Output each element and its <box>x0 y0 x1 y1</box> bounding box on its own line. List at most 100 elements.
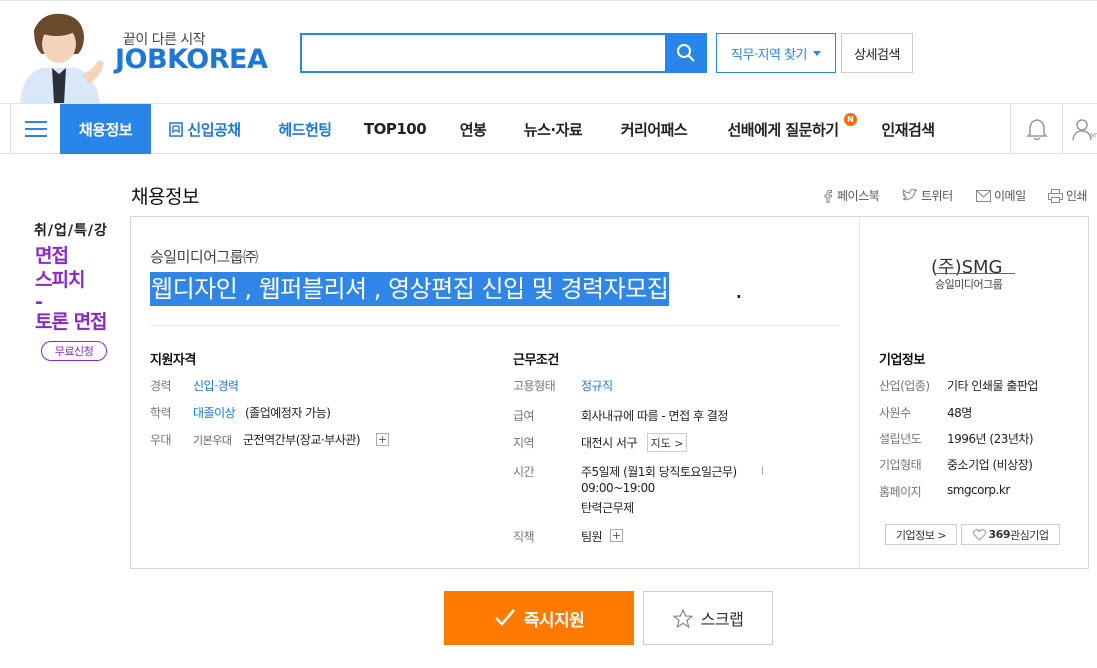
my-page-button[interactable]: MY <box>1062 104 1097 154</box>
print-button[interactable]: 인쇄 <box>1048 187 1088 204</box>
scrap-button[interactable]: 스크랩 <box>643 591 773 645</box>
apply-now-label: 즉시지원 <box>523 610 585 631</box>
title-divider <box>150 325 839 326</box>
model-photo <box>12 8 108 104</box>
facebook-icon <box>824 189 833 203</box>
nav-item-salary[interactable]: 연봉 <box>448 104 498 154</box>
nav-item-new-grad-label: 신입공채 <box>187 120 241 139</box>
industry-value: 기타 인쇄물 출판업 <box>947 379 1038 393</box>
promo-kicker: 취/업/특/강 <box>34 223 108 239</box>
nav-item-career-path[interactable]: 커리어패스 <box>610 104 698 154</box>
nav-item-talent-search[interactable]: 인재검색 <box>868 104 948 154</box>
position-label: 직책 <box>513 530 535 544</box>
share-twitter[interactable]: 트위터 <box>902 187 953 204</box>
salary-label: 급여 <box>513 409 535 423</box>
share-email-label: 이메일 <box>994 189 1026 203</box>
company-logo-subtitle: 승일미디어그룹 <box>935 278 1003 291</box>
interest-company-button[interactable]: 369 관심기업 <box>961 524 1060 545</box>
nav-item-headhunting[interactable]: 헤드헌팅 <box>266 104 344 154</box>
nav-item-new-grad[interactable]: 신입공채 <box>160 104 250 154</box>
panel-divider <box>859 217 860 568</box>
hours-value-1: 주5일제 (월1회 당직토요일근무) <box>581 465 737 479</box>
company-name[interactable]: 승일미디어그룹㈜ <box>150 246 258 267</box>
site-logo[interactable]: JOBKOREA <box>115 44 268 75</box>
employees-label: 사원수 <box>879 406 911 420</box>
map-button[interactable]: 지도 > <box>647 433 687 452</box>
promo-line-4[interactable]: 토론 면접 <box>35 310 108 334</box>
qualification-heading: 지원자격 <box>150 353 196 368</box>
hours-value-2: 09:00~19:00 <box>581 481 655 495</box>
company-info-heading: 기업정보 <box>879 353 925 368</box>
share-facebook[interactable]: 페이스북 <box>822 187 880 204</box>
twitter-icon <box>902 189 918 201</box>
detail-search-button[interactable]: 상세검색 <box>841 33 913 73</box>
preference-sub-label: 기본우대 <box>193 434 232 447</box>
search-icon <box>677 44 695 62</box>
career-label: 경력 <box>150 379 172 393</box>
main-nav: 채용정보 신입공채 헤드헌팅 TOP100 연봉 뉴스·자료 커리어패스 선배에… <box>0 103 1097 154</box>
print-label: 인쇄 <box>1066 189 1088 203</box>
hours-separator <box>762 466 763 475</box>
apply-now-button[interactable]: 즉시지원 <box>444 591 634 645</box>
nav-item-jobs[interactable]: 채용정보 <box>60 104 151 154</box>
employees-value: 48명 <box>947 406 972 420</box>
conditions-heading: 근무조건 <box>513 353 559 368</box>
nav-item-top100[interactable]: TOP100 <box>358 104 432 154</box>
job-title-tail: . <box>735 276 743 304</box>
company-info-button[interactable]: 기업정보 > <box>885 524 957 545</box>
check-icon <box>494 609 515 626</box>
hours-label: 시간 <box>513 465 535 479</box>
star-icon <box>672 608 693 628</box>
promo-line-1[interactable]: 면접 <box>35 244 69 268</box>
scrap-label: 스크랩 <box>700 610 744 629</box>
share-twitter-label: 트위터 <box>921 189 953 203</box>
heart-icon <box>972 528 986 541</box>
education-value[interactable]: 대졸이상 <box>193 404 236 421</box>
preference-value: 군전역간부(장교·부사관) <box>243 433 361 447</box>
founded-value: 1996년 (23년차) <box>947 432 1034 446</box>
position-expand-button[interactable]: + <box>610 529 623 542</box>
page-title: 채용정보 <box>131 186 199 208</box>
search-input[interactable] <box>300 33 665 73</box>
print-icon <box>1048 188 1063 203</box>
interest-count: 369 <box>988 528 1011 541</box>
hours-value-3: 탄력근무제 <box>581 501 634 515</box>
chevron-down-icon <box>813 50 822 56</box>
homepage-value[interactable]: smgcorp.kr <box>947 483 1010 497</box>
promo-free-signup-button[interactable]: 무료신청 <box>41 341 107 361</box>
founded-label: 설립년도 <box>879 432 922 446</box>
email-icon <box>976 189 991 202</box>
interest-label: 관심기업 <box>1009 528 1049 542</box>
promo-line-2[interactable]: 스피치 <box>35 268 85 292</box>
new-badge: N <box>844 113 857 126</box>
position-value: 팀원 <box>581 530 603 544</box>
job-area-finder-button[interactable]: 직무·지역 찾기 <box>716 33 836 73</box>
nav-item-news[interactable]: 뉴스·자료 <box>512 104 594 154</box>
bell-icon <box>1025 119 1048 141</box>
menu-icon[interactable] <box>10 104 60 154</box>
homepage-label: 홈페이지 <box>879 485 922 499</box>
notifications-button[interactable] <box>1010 104 1062 154</box>
my-label: MY <box>1090 132 1097 140</box>
preference-label: 우대 <box>150 433 172 447</box>
job-title: 웹디자인 , 웹퍼블리셔 , 영상편집 신입 및 경력자모집 <box>150 272 670 306</box>
region-label: 지역 <box>513 436 535 450</box>
career-value[interactable]: 신입·경력 <box>193 377 239 394</box>
job-area-finder-label: 직무·지역 찾기 <box>730 47 808 63</box>
company-logo-rule <box>936 273 1015 274</box>
nav-item-ask-senior[interactable]: 선배에게 질문하기 <box>716 104 850 154</box>
region-value: 대전시 서구 <box>581 436 638 450</box>
bookmark-icon <box>169 121 184 137</box>
education-note: (졸업예정자 가능) <box>245 406 331 420</box>
employment-type-value[interactable]: 정규직 <box>581 377 613 394</box>
employment-type-label: 고용형태 <box>513 379 556 393</box>
education-label: 학력 <box>150 406 172 420</box>
company-type-label: 기업형태 <box>879 458 922 472</box>
industry-label: 산업(업종) <box>879 379 930 393</box>
share-facebook-label: 페이스북 <box>837 189 880 203</box>
salary-value: 회사내규에 따름 - 면접 후 결정 <box>581 409 728 423</box>
share-email[interactable]: 이메일 <box>976 187 1026 204</box>
company-type-value: 중소기업 (비상장) <box>947 458 1033 472</box>
preference-expand-button[interactable]: + <box>376 433 389 446</box>
search-button[interactable] <box>665 33 707 73</box>
